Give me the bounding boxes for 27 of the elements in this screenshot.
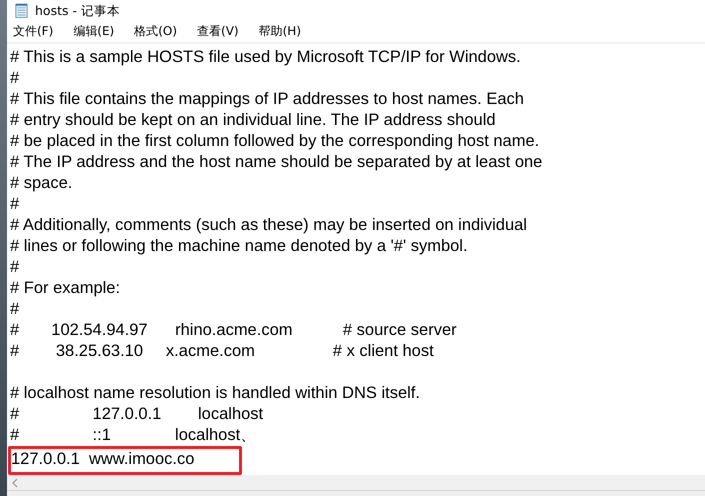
text-line: # xyxy=(10,256,20,278)
text-line: # be placed in the first column followed by the corresponding host name. xyxy=(10,130,540,152)
text-line: # localhost name resolution is handled within DNS itself. xyxy=(10,382,421,404)
text-line: 127.0.0.1 www.imooc.co xyxy=(11,448,194,470)
menu-item[interactable]: 格式(O) xyxy=(134,23,178,40)
window-title: hosts - 记事本 xyxy=(35,2,120,20)
notepad-icon xyxy=(15,3,28,20)
text-line: # This is a sample HOSTS file used by Microsoft TCP/IP for Windows. xyxy=(10,46,522,68)
text-line: # Additionally, comments (such as these) may be inserted on individual xyxy=(10,214,528,236)
text-line: # xyxy=(10,68,20,89)
scroll-left-icon[interactable] xyxy=(11,478,19,488)
text-line: # This file contains the mappings of IP addresses to host names. Each xyxy=(10,88,525,110)
text-line: # 38.25.63.10 x.acme.com # x client host xyxy=(10,340,435,362)
text-line: # ::1 localhost、 xyxy=(10,424,258,446)
menu-item[interactable]: 查看(V) xyxy=(197,23,239,40)
text-line: # xyxy=(10,298,20,320)
text-line: # For example: xyxy=(10,278,122,299)
menu-item[interactable]: 文件(F) xyxy=(13,23,54,40)
text-line: # xyxy=(10,194,20,215)
text-line: # The IP address and the host name should be separated by at least one xyxy=(10,152,544,173)
text-line: # 102.54.94.97 rhino.acme.com # source server xyxy=(10,320,458,341)
text-line: # lines or following the machine name denoted by a '#' symbol. xyxy=(10,236,469,257)
text-line: # 127.0.0.1 localhost xyxy=(10,404,264,425)
menu-item[interactable]: 编辑(E) xyxy=(73,23,114,40)
text-line: # space. xyxy=(10,172,74,194)
menu-item[interactable]: 帮助(H) xyxy=(258,23,301,40)
text-line: # entry should be kept on an individual line. The IP address should xyxy=(10,110,497,131)
